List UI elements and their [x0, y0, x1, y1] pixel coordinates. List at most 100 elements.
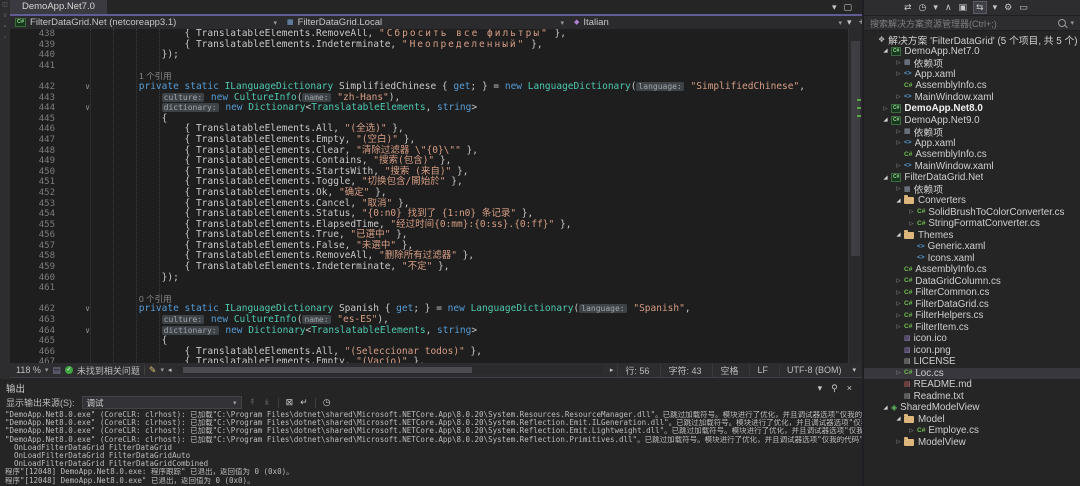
search-icon[interactable] [1058, 19, 1067, 27]
expanded-arrow-icon[interactable]: ◢ [894, 416, 903, 422]
collapsed-arrow-icon[interactable]: ▷ [894, 324, 903, 330]
collapsed-arrow-icon[interactable]: ▷ [894, 129, 903, 135]
collapsed-arrow-icon[interactable]: ▷ [907, 209, 916, 215]
spaces-indicator[interactable]: 空格 [712, 363, 745, 377]
sync-dropdown-icon[interactable]: ▾ [993, 3, 998, 12]
side-toolbar-icon[interactable]: ▫ [4, 35, 6, 41]
scrollbar-thumb[interactable] [851, 41, 860, 256]
collapsed-arrow-icon[interactable]: ▷ [894, 290, 903, 296]
side-toolbar-icon[interactable]: ≡ [3, 13, 7, 19]
expanded-arrow-icon[interactable]: ◢ [881, 175, 890, 181]
collapsed-arrow-icon[interactable]: ▷ [907, 221, 916, 227]
tree-item-filterhelpers.cs[interactable]: ▷ C# FilterHelpers.cs [864, 310, 1080, 322]
expanded-arrow-icon[interactable]: ◢ [894, 232, 903, 238]
tree-item-modelview[interactable]: ▷ ModelView [864, 436, 1080, 449]
clear-all-icon[interactable]: ⊠ [286, 398, 294, 407]
collapse-chevron-icon[interactable]: ∨ [55, 103, 93, 114]
float-window-icon[interactable]: ▢ [843, 2, 852, 12]
tree-item-stringformatconverter.cs[interactable]: ▷ C# StringFormatConverter.cs [864, 218, 1080, 230]
sync-with-active-document-icon[interactable]: ⇆ [973, 1, 987, 14]
tree-item-mainwindow.xaml[interactable]: ▷ <> MainWindow.xaml [864, 92, 1080, 104]
collapse-all-icon[interactable]: ∧ [945, 3, 952, 12]
collapsed-arrow-icon[interactable]: ▷ [894, 278, 903, 284]
collapsed-arrow-icon[interactable]: ▷ [894, 60, 903, 66]
tree-item-generic.xaml[interactable]: <> Generic.xaml [864, 241, 1080, 253]
collapsed-arrow-icon[interactable]: ▷ [894, 313, 903, 319]
preview-selected-items-icon[interactable]: ▭ [1019, 3, 1028, 12]
vertical-scrollbar[interactable] [848, 29, 862, 363]
side-toolbar-icon[interactable]: ◫ [2, 2, 8, 8]
tree-item-license[interactable]: ▤ LICENSE [864, 356, 1080, 368]
class-dropdown[interactable]: ▦ FilterDataGrid.Local ▾ [282, 16, 569, 29]
collapsed-arrow-icon[interactable]: ▷ [894, 94, 903, 100]
health-report-icon[interactable]: ▤ [52, 365, 61, 375]
line-indicator[interactable]: 行: 56 [617, 363, 656, 377]
tree-item--[interactable]: ▷ ▦ 依赖项 [864, 184, 1080, 196]
tree-item-demoapp.net8.0[interactable]: ▷ C# DemoApp.Net8.0 [864, 103, 1080, 115]
toggle-word-wrap-icon[interactable]: ↵ [300, 398, 308, 407]
issues-status-label[interactable]: 未找到相关问题 [77, 364, 140, 377]
tree-item-filterdatagrid.cs[interactable]: ▷ C# FilterDataGrid.cs [864, 299, 1080, 311]
project-dropdown[interactable]: C# FilterDataGrid.Net (netcoreapp3.1) ▾ [10, 16, 282, 29]
collapsed-arrow-icon[interactable]: ▷ [894, 439, 903, 445]
collapsed-arrow-icon[interactable]: ▷ [894, 140, 903, 146]
tree-item-filteritem.cs[interactable]: ▷ C# FilterItem.cs [864, 322, 1080, 334]
pending-changes-filter-icon[interactable]: ◷ [919, 3, 927, 12]
horizontal-scrollbar[interactable] [178, 366, 603, 374]
collapsed-arrow-icon[interactable]: ▷ [907, 428, 916, 434]
tree-item-loc.cs[interactable]: ▷ C# Loc.cs [864, 367, 1080, 379]
document-tab[interactable]: DemoApp.Net7.0 [10, 0, 107, 14]
tree-item-icons.xaml[interactable]: <> Icons.xaml [864, 253, 1080, 265]
collapsed-arrow-icon[interactable]: ▷ [894, 370, 903, 376]
window-position-icon[interactable]: ▾ [818, 383, 823, 393]
collapse-chevron-icon[interactable]: ∨ [55, 82, 93, 93]
expanded-arrow-icon[interactable]: ◢ [894, 198, 903, 204]
tree-item-themes[interactable]: ◢ Themes [864, 229, 1080, 242]
zoom-dropdown-icon[interactable]: ▾ [45, 366, 49, 374]
tree-item--filterdatagrid-5-5-[interactable]: ❖ 解决方案 'FilterDataGrid' (5 个项目, 共 5 个) [864, 34, 1080, 47]
scroll-right-icon[interactable]: ▸ [610, 367, 614, 374]
zoom-level[interactable]: 118 % [16, 365, 41, 375]
navbar-dropdown-icon[interactable]: ▾ [847, 18, 852, 27]
tree-item-assemblyinfo.cs[interactable]: C# AssemblyInfo.cs [864, 80, 1080, 92]
switch-views-icon[interactable]: ⇄ [904, 3, 912, 12]
active-files-dropdown-icon[interactable]: ▾ [832, 2, 837, 12]
code-line[interactable]: 461 [10, 283, 862, 294]
tree-item-mainwindow.xaml[interactable]: ▷ <> MainWindow.xaml [864, 161, 1080, 173]
tree-item-employe.cs[interactable]: ▷ C# Employe.cs [864, 425, 1080, 437]
output-source-dropdown[interactable]: 调试 ▾ [81, 396, 242, 409]
tree-item-converters[interactable]: ◢ Converters [864, 195, 1080, 207]
properties-icon[interactable]: ⚙ [1004, 3, 1012, 12]
collapse-chevron-icon[interactable]: ∨ [55, 304, 93, 315]
tree-item-icon.ico[interactable]: ▧ icon.ico [864, 333, 1080, 345]
expanded-arrow-icon[interactable]: ◢ [881, 48, 890, 54]
tree-item--[interactable]: ▷ ▦ 依赖项 [864, 57, 1080, 70]
tree-item-readme.txt[interactable]: ▤ Readme.txt [864, 391, 1080, 403]
collapsed-arrow-icon[interactable]: ▷ [894, 186, 903, 192]
scroll-left-icon[interactable]: ◂ [168, 367, 172, 374]
search-options-icon[interactable]: ▾ [1070, 19, 1074, 27]
code-line[interactable]: 441 [10, 61, 862, 72]
scroll-down-icon[interactable]: ▾ [852, 367, 856, 374]
tree-item-readme.md[interactable]: ▤ README.md [864, 379, 1080, 391]
code-editor[interactable]: 438 { TranslatableElements.RemoveAll, "С… [10, 29, 862, 363]
filter-dropdown-icon[interactable]: ▾ [933, 3, 938, 12]
tree-item-assemblyinfo.cs[interactable]: C# AssemblyInfo.cs [864, 264, 1080, 276]
tree-item-assemblyinfo.cs[interactable]: C# AssemblyInfo.cs [864, 149, 1080, 161]
member-dropdown[interactable]: ◆ Italian ▾ [569, 16, 847, 29]
expanded-arrow-icon[interactable]: ◢ [881, 405, 890, 411]
line-ending-indicator[interactable]: LF [749, 365, 775, 375]
solution-explorer-search[interactable]: 搜索解决方案资源管理器(Ctrl+;) ▾ [864, 15, 1080, 31]
tree-item-demoapp.net9.0[interactable]: ◢ C# DemoApp.Net9.0 [864, 115, 1080, 127]
collapsed-arrow-icon[interactable]: ▷ [881, 106, 890, 112]
pin-icon[interactable]: ⚲ [831, 383, 838, 393]
tree-item-solidbrushtocolorconverter.cs[interactable]: ▷ C# SolidBrushToColorConverter.cs [864, 207, 1080, 219]
show-all-files-icon[interactable]: ▣ [959, 3, 968, 12]
code-line[interactable]: 467 { TranslatableElements.Empty, "(Vací… [10, 357, 862, 363]
side-toolbar-icon[interactable]: ▪ [4, 24, 6, 30]
tree-item-sharedmodelview[interactable]: ◢ ◈ SharedModelView [864, 402, 1080, 414]
column-indicator[interactable]: 字符: 43 [660, 363, 708, 377]
tree-item-demoapp.net7.0[interactable]: ◢ C# DemoApp.Net7.0 [864, 46, 1080, 58]
tree-item--[interactable]: ▷ ▦ 依赖项 [864, 126, 1080, 139]
tree-item-icon.png[interactable]: ▧ icon.png [864, 345, 1080, 357]
